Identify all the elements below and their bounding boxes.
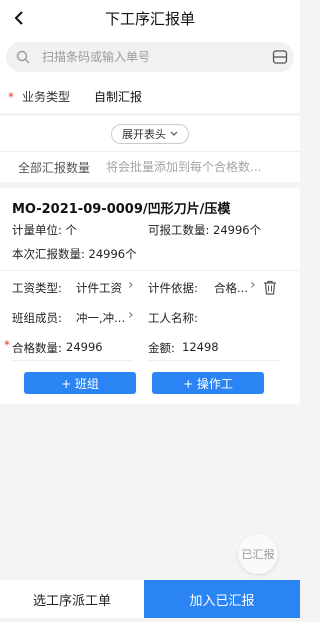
wage-type-label: 工资类型: [12,281,62,295]
required-mark: * [8,89,14,104]
business-type-label: 业务类型 [22,90,71,104]
team-members-value[interactable]: 冲一,冲... [76,310,125,326]
team-members-label: 班组成员: [12,311,62,325]
chevron-down-icon [170,131,178,136]
business-type-value: 自制汇报 [94,90,143,104]
expand-row: 展开表头 [0,116,300,152]
trash-icon[interactable] [263,280,277,295]
chevron-right-icon[interactable]: › [250,277,256,293]
chevron-right-icon[interactable]: › [128,277,134,293]
expand-header-label: 展开表头 [122,127,166,141]
divider [148,360,280,361]
piece-basis-value[interactable]: 合格... [214,280,248,296]
expand-header-button[interactable]: 展开表头 [111,123,189,144]
batch-quantity-label: 全部汇报数量 [18,160,91,175]
wage-type-value[interactable]: 计件工资 [76,280,122,296]
search-bar [0,36,300,80]
add-team-button[interactable]: + 班组 [24,372,136,394]
search-input[interactable] [42,50,252,64]
piece-basis-label: 计件依据: [148,281,198,295]
unit-label: 计量单位: 个 [12,223,78,237]
back-icon[interactable] [8,6,32,30]
report-card: MO-2021-09-0009/凹形刀片/压模 计量单位: 个 可报工数量: 2… [0,182,300,404]
amount-input[interactable]: 12498 [182,340,219,354]
select-dispatch-button[interactable]: 选工序派工单 [0,580,144,618]
worker-name-label: 工人名称: [148,311,198,325]
amount-label: 金额: [148,341,175,355]
reportable-quantity: 可报工数量: 24996个 [148,223,262,237]
search-box [6,42,294,72]
top-bar: 下工序汇报单 [0,0,300,36]
divider [0,270,300,271]
required-mark: * [4,338,10,352]
this-report-quantity: 本次汇报数量: 24996个 [12,247,137,261]
batch-quantity-input[interactable] [106,160,277,174]
batch-quantity-row: 全部汇报数量 [0,152,300,182]
qualified-quantity-input[interactable]: 24996 [66,340,103,354]
search-icon [16,50,30,64]
chevron-right-icon[interactable]: › [128,307,134,323]
divider [12,360,132,361]
qualified-quantity-label: 合格数量: [12,341,62,355]
bottom-bar: 选工序派工单 加入已汇报 [0,580,300,618]
business-type-row[interactable]: * 业务类型 自制汇报 [0,80,300,114]
scan-icon[interactable] [272,49,288,65]
page-title: 下工序汇报单 [104,9,195,28]
mo-title: MO-2021-09-0009/凹形刀片/压模 [12,202,231,217]
reported-fab[interactable]: 已汇报 [238,534,278,574]
add-operator-button[interactable]: + 操作工 [152,372,264,394]
add-to-reported-button[interactable]: 加入已汇报 [144,580,300,618]
